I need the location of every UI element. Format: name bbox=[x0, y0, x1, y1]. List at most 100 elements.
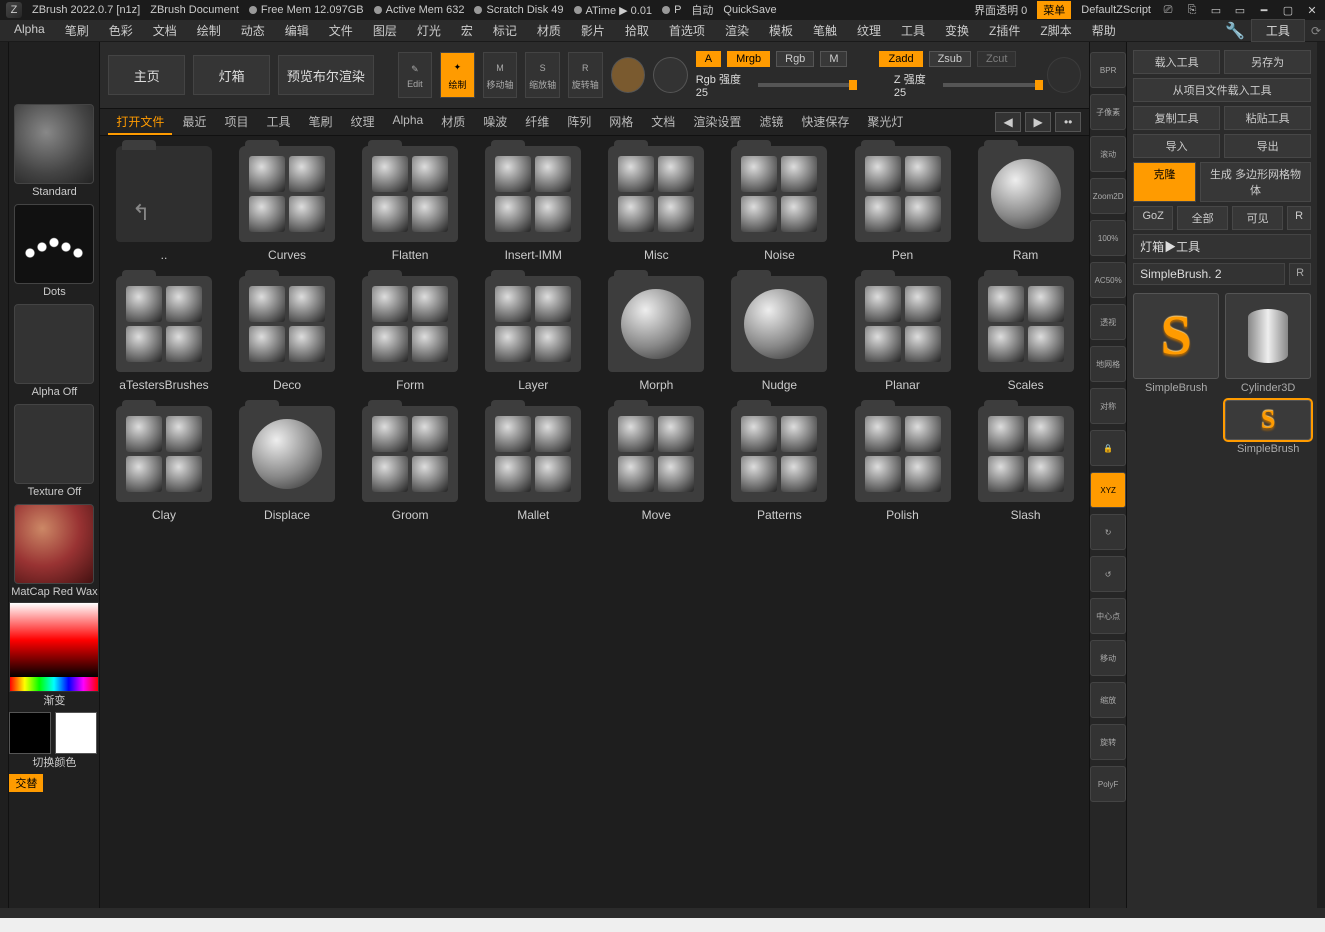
folder-Flatten[interactable]: Flatten bbox=[357, 146, 464, 262]
rstrip-14[interactable]: 移动 bbox=[1090, 640, 1126, 676]
layout2-icon[interactable]: ⎘ bbox=[1185, 3, 1199, 17]
dock-icon[interactable]: ▭ bbox=[1209, 3, 1223, 17]
folder-Displace[interactable]: Displace bbox=[234, 406, 341, 522]
tool-simplebrush[interactable]: S bbox=[1133, 293, 1219, 379]
menu-Z插件[interactable]: Z插件 bbox=[979, 20, 1030, 41]
texture-slot[interactable]: Texture Off bbox=[9, 402, 99, 498]
clone-button[interactable]: 克隆 bbox=[1133, 162, 1196, 202]
alpha-slot[interactable]: Alpha Off bbox=[9, 302, 99, 398]
quicksave-button[interactable]: QuickSave bbox=[723, 4, 776, 16]
tab-纤维[interactable]: 纤维 bbox=[517, 110, 557, 135]
folder-..[interactable]: .. bbox=[110, 146, 217, 262]
goz-visible-button[interactable]: 可见 bbox=[1232, 206, 1283, 230]
tool-simplebrush-small[interactable]: S bbox=[1225, 400, 1311, 440]
material-thumb[interactable] bbox=[14, 504, 94, 584]
tab-网格[interactable]: 网格 bbox=[601, 110, 641, 135]
refresh-icon[interactable]: ⟳ bbox=[1311, 24, 1321, 38]
rstrip-13[interactable]: 中心点 bbox=[1090, 598, 1126, 634]
tab-阵列[interactable]: 阵列 bbox=[559, 110, 599, 135]
rstrip-3[interactable]: Zoom2D bbox=[1090, 178, 1126, 214]
edit-mode-button[interactable]: ✎Edit bbox=[398, 52, 433, 98]
prev-button[interactable]: ◀ bbox=[995, 112, 1021, 132]
paste-tool-button[interactable]: 粘贴工具 bbox=[1224, 106, 1311, 130]
tab-笔刷[interactable]: 笔刷 bbox=[300, 110, 340, 135]
swatch-white[interactable] bbox=[55, 712, 97, 754]
tab-Alpha[interactable]: Alpha bbox=[385, 110, 432, 135]
folder-Insert-IMM[interactable]: Insert-IMM bbox=[480, 146, 587, 262]
folder-Scales[interactable]: Scales bbox=[972, 276, 1079, 392]
wrench-icon[interactable]: 🔧 bbox=[1225, 21, 1245, 41]
menu-变换[interactable]: 变换 bbox=[935, 20, 979, 41]
export-button[interactable]: 导出 bbox=[1224, 134, 1311, 158]
menu-宏[interactable]: 宏 bbox=[451, 20, 483, 41]
folder-Misc[interactable]: Misc bbox=[603, 146, 710, 262]
rstrip-2[interactable]: 滚动 bbox=[1090, 136, 1126, 172]
tools-panel-header[interactable]: 工具 bbox=[1251, 19, 1305, 42]
play-button[interactable]: ▶ bbox=[1025, 112, 1051, 132]
mrgb-chip[interactable]: Mrgb bbox=[727, 51, 770, 67]
menu-toggle-button[interactable]: 菜单 bbox=[1037, 1, 1071, 19]
tool-cylinder3d[interactable] bbox=[1225, 293, 1311, 379]
scale-mode-button[interactable]: S缩放轴 bbox=[525, 52, 560, 98]
brush-browser[interactable]: ..CurvesFlattenInsert-IMMMiscNoisePenRam… bbox=[100, 136, 1089, 908]
menu-帮助[interactable]: 帮助 bbox=[1082, 20, 1126, 41]
folder-Ram[interactable]: Ram bbox=[972, 146, 1079, 262]
stroke-slot[interactable]: Dots bbox=[9, 202, 99, 298]
save-as-button[interactable]: 另存为 bbox=[1224, 50, 1311, 74]
lightbox-tools-header[interactable]: 灯箱▶工具 bbox=[1133, 234, 1311, 259]
move-mode-button[interactable]: M移动轴 bbox=[483, 52, 518, 98]
m-chip[interactable]: M bbox=[820, 51, 847, 67]
current-tool-label[interactable]: SimpleBrush. 2 bbox=[1133, 263, 1285, 285]
menu-文件[interactable]: 文件 bbox=[319, 20, 363, 41]
menu-图层[interactable]: 图层 bbox=[363, 20, 407, 41]
goz-button[interactable]: GoZ bbox=[1133, 206, 1173, 230]
menu-Alpha[interactable]: Alpha bbox=[4, 20, 55, 41]
menu-材质[interactable]: 材质 bbox=[527, 20, 571, 41]
tab-聚光灯[interactable]: 聚光灯 bbox=[859, 110, 911, 135]
folder-Curves[interactable]: Curves bbox=[234, 146, 341, 262]
tab-纹理[interactable]: 纹理 bbox=[343, 110, 383, 135]
folder-Slash[interactable]: Slash bbox=[972, 406, 1079, 522]
tab-材质[interactable]: 材质 bbox=[433, 110, 473, 135]
tab-最近[interactable]: 最近 bbox=[174, 110, 214, 135]
goz-r-button[interactable]: R bbox=[1287, 206, 1311, 230]
material-slot[interactable]: MatCap Red Wax bbox=[9, 502, 99, 598]
menu-编辑[interactable]: 编辑 bbox=[275, 20, 319, 41]
z-intensity-slider[interactable]: Z 强度 25 bbox=[894, 71, 1039, 99]
tab-渲染设置[interactable]: 渲染设置 bbox=[685, 110, 749, 135]
rstrip-8[interactable]: 对称 bbox=[1090, 388, 1126, 424]
folder-Pen[interactable]: Pen bbox=[849, 146, 956, 262]
minimize-icon[interactable]: ━ bbox=[1257, 3, 1271, 17]
rstrip-12[interactable]: ↺ bbox=[1090, 556, 1126, 592]
folder-Nudge[interactable]: Nudge bbox=[726, 276, 833, 392]
color-slot[interactable]: 渐变 bbox=[9, 602, 99, 708]
menu-工具[interactable]: 工具 bbox=[891, 20, 935, 41]
menu-影片[interactable]: 影片 bbox=[571, 20, 615, 41]
folder-aTestersBrushes[interactable]: aTestersBrushes bbox=[110, 276, 217, 392]
maximize-icon[interactable]: ▢ bbox=[1281, 3, 1295, 17]
tab-工具[interactable]: 工具 bbox=[258, 110, 298, 135]
color-picker[interactable] bbox=[9, 602, 99, 692]
menu-拾取[interactable]: 拾取 bbox=[615, 20, 659, 41]
folder-Polish[interactable]: Polish bbox=[849, 406, 956, 522]
menu-动态[interactable]: 动态 bbox=[231, 20, 275, 41]
folder-Planar[interactable]: Planar bbox=[849, 276, 956, 392]
default-zscript[interactable]: DefaultZScript bbox=[1081, 4, 1151, 16]
brush-thumb[interactable] bbox=[14, 104, 94, 184]
tab-滤镜[interactable]: 滤镜 bbox=[751, 110, 791, 135]
folder-Form[interactable]: Form bbox=[357, 276, 464, 392]
tab-项目[interactable]: 项目 bbox=[216, 110, 256, 135]
extra-circle-button[interactable] bbox=[1047, 57, 1082, 93]
folder-Patterns[interactable]: Patterns bbox=[726, 406, 833, 522]
load-tool-button[interactable]: 载入工具 bbox=[1133, 50, 1220, 74]
folder-Morph[interactable]: Morph bbox=[603, 276, 710, 392]
layout-icon[interactable]: ⎚ bbox=[1161, 3, 1175, 17]
sculptris-button[interactable] bbox=[611, 57, 646, 93]
goz-all-button[interactable]: 全部 bbox=[1177, 206, 1228, 230]
r-button[interactable]: R bbox=[1289, 263, 1311, 285]
rstrip-11[interactable]: ↻ bbox=[1090, 514, 1126, 550]
brush-slot[interactable]: Standard bbox=[9, 102, 99, 198]
stroke-thumb[interactable] bbox=[14, 204, 94, 284]
ui-transparency[interactable]: 界面透明 0 bbox=[974, 2, 1027, 18]
rotate-mode-button[interactable]: R旋转轴 bbox=[568, 52, 603, 98]
